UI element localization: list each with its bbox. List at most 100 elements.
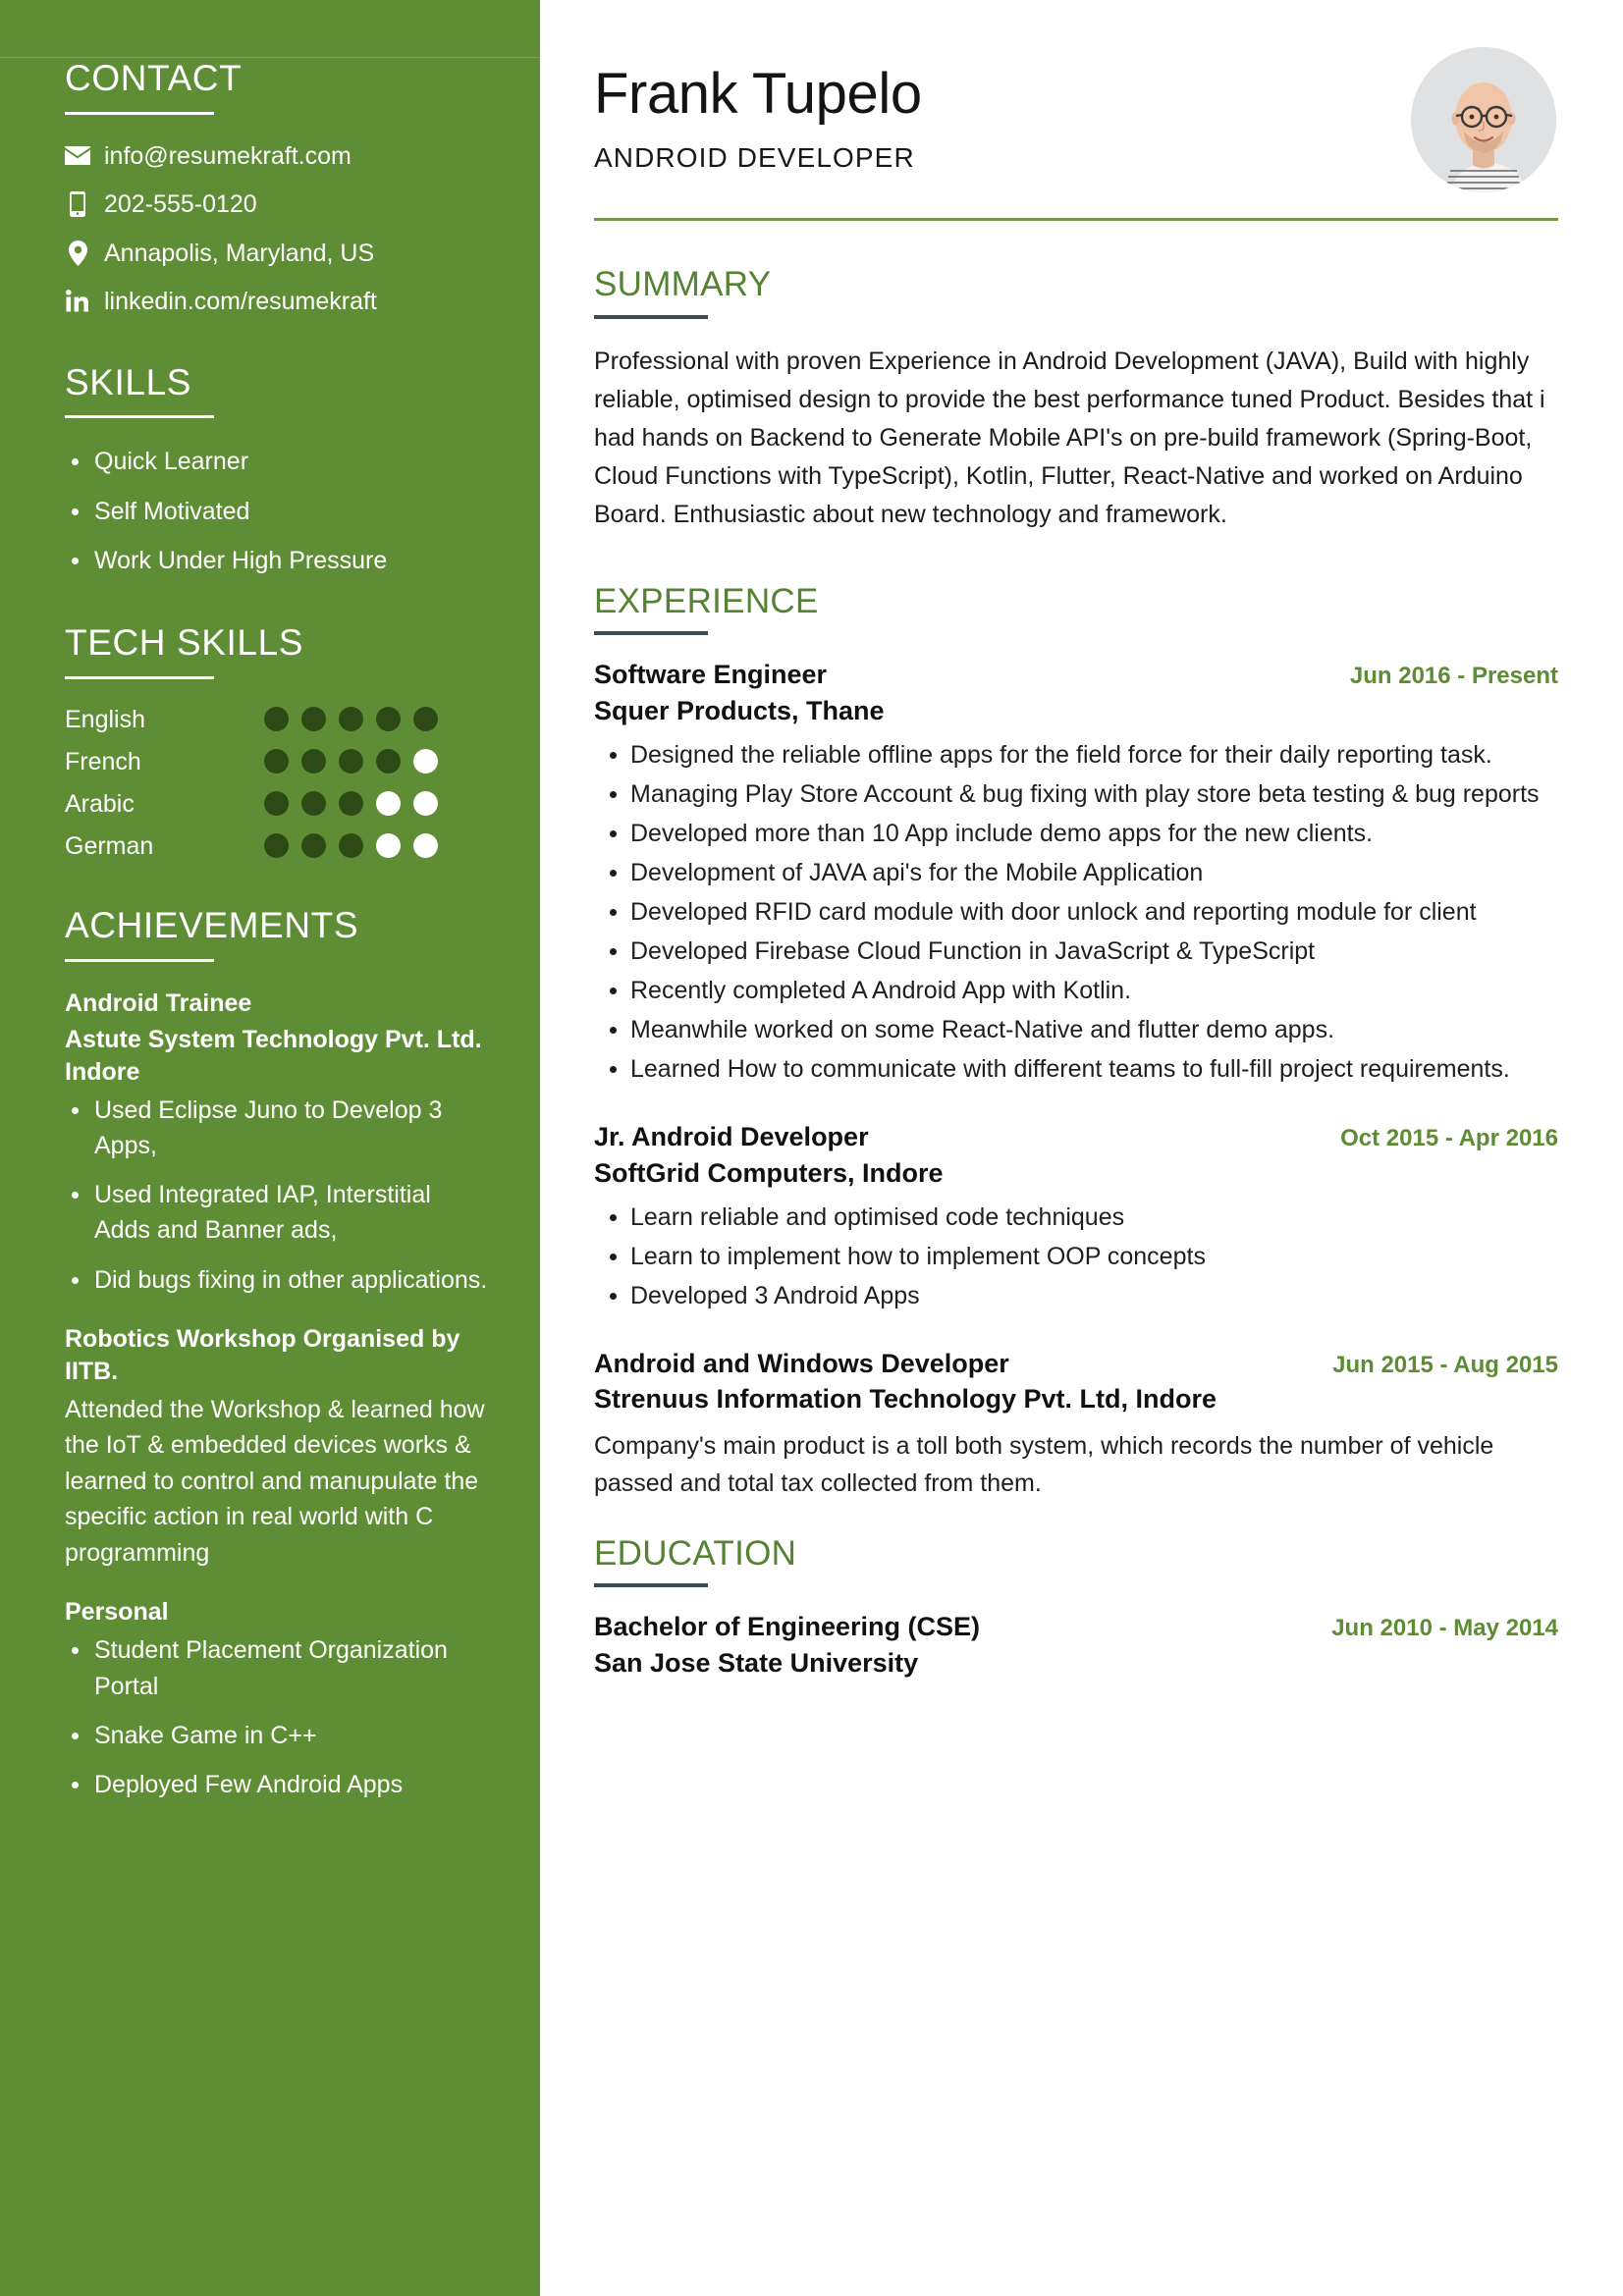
tech-skill-label: German xyxy=(65,831,154,860)
experience-item: Android and Windows Developer Jun 2015 -… xyxy=(594,1348,1558,1502)
summary-section: SUMMARY Professional with proven Experie… xyxy=(594,265,1558,534)
tech-skill-rating xyxy=(264,749,438,774)
experience-item: Software Engineer Jun 2016 - Present Squ… xyxy=(594,659,1558,1088)
list-item: Meanwhile worked on some React-Native an… xyxy=(594,1012,1558,1048)
job-title: Software Engineer xyxy=(594,660,828,689)
experience-section: EXPERIENCE Software Engineer Jun 2016 - … xyxy=(594,582,1558,1502)
tech-skill-label: Arabic xyxy=(65,789,135,818)
list-item: Quick Learner xyxy=(65,444,492,479)
achievement-title: Robotics Workshop Organised by IITB. xyxy=(65,1324,460,1385)
skills-section: SKILLS Quick Learner Self Motivated Work… xyxy=(65,361,492,578)
contact-location-text: Annapolis, Maryland, US xyxy=(104,239,375,267)
contact-linkedin-text: linkedin.com/resumekraft xyxy=(104,288,377,316)
contact-email-text: info@resumekraft.com xyxy=(104,141,352,170)
rating-dot xyxy=(264,791,289,817)
header-divider xyxy=(594,218,1558,221)
achievements-section: ACHIEVEMENTS Android Trainee Astute Syst… xyxy=(65,904,492,1802)
contact-item-linkedin[interactable]: linkedin.com/resumekraft xyxy=(65,286,492,318)
education-heading-rule xyxy=(594,1583,708,1588)
job-title: Jr. Android Developer xyxy=(594,1121,869,1151)
education-date: Jun 2010 - May 2014 xyxy=(1331,1615,1558,1642)
mobile-phone-icon xyxy=(65,191,90,218)
job-bullets: Designed the reliable offline apps for t… xyxy=(594,737,1558,1088)
rating-dot xyxy=(301,833,326,859)
envelope-icon xyxy=(65,146,90,166)
rating-dot xyxy=(339,707,363,732)
rating-dot xyxy=(376,833,401,859)
list-item: Did bugs fixing in other applications. xyxy=(65,1262,492,1298)
contact-list: info@resumekraft.com 202-555-0120 Annapo… xyxy=(65,140,492,318)
skills-heading: SKILLS xyxy=(65,361,192,402)
skills-list: Quick Learner Self Motivated Work Under … xyxy=(65,444,492,578)
job-company: SoftGrid Computers, Indore xyxy=(594,1157,944,1188)
avatar xyxy=(1411,47,1556,192)
avatar-photo xyxy=(1411,47,1556,192)
rating-dot xyxy=(376,749,401,774)
job-description: Company's main product is a toll both sy… xyxy=(594,1431,1494,1497)
rating-dot xyxy=(376,707,401,732)
rating-dot xyxy=(301,707,326,732)
resume-page: CONTACT info@resumekraft.com 202-555-012… xyxy=(0,0,1623,2296)
list-item: Snake Game in C++ xyxy=(65,1718,492,1753)
tech-skill-label: French xyxy=(65,747,141,775)
education-item-header: Bachelor of Engineering (CSE) Jun 2010 -… xyxy=(594,1611,1558,1644)
rating-dot xyxy=(376,791,401,817)
list-item: Recently completed A Android App with Ko… xyxy=(594,973,1558,1009)
list-item: Development of JAVA api's for the Mobile… xyxy=(594,855,1558,891)
achievement-subtitle: Astute System Technology Pvt. Ltd. Indor… xyxy=(65,1025,482,1086)
job-date: Oct 2015 - Apr 2016 xyxy=(1340,1124,1558,1151)
experience-heading-rule xyxy=(594,631,708,635)
achievement-body: Attended the Workshop & learned how the … xyxy=(65,1395,485,1567)
contact-item-location[interactable]: Annapolis, Maryland, US xyxy=(65,238,492,270)
location-pin-icon xyxy=(65,240,90,266)
list-item: Self Motivated xyxy=(65,494,492,529)
list-item: Managing Play Store Account & bug fixing… xyxy=(594,776,1558,813)
rating-dot xyxy=(264,749,289,774)
achievements-heading: ACHIEVEMENTS xyxy=(65,904,359,945)
achievement-block: Robotics Workshop Organised by IITB. Att… xyxy=(65,1323,492,1572)
job-company: Strenuus Information Technology Pvt. Ltd… xyxy=(594,1384,1217,1415)
experience-item: Jr. Android Developer Oct 2015 - Apr 201… xyxy=(594,1121,1558,1314)
contact-item-phone[interactable]: 202-555-0120 xyxy=(65,188,492,221)
rating-dot xyxy=(339,833,363,859)
rating-dot xyxy=(413,707,438,732)
experience-item-header: Android and Windows Developer Jun 2015 -… xyxy=(594,1348,1558,1381)
tech-skill-rating xyxy=(264,791,438,817)
achievement-title: Personal xyxy=(65,1598,169,1627)
rating-dot xyxy=(413,791,438,817)
contact-item-email[interactable]: info@resumekraft.com xyxy=(65,140,492,173)
list-item: Learned How to communicate with differen… xyxy=(594,1051,1558,1088)
list-item: Used Integrated IAP, Interstitial Adds a… xyxy=(65,1177,492,1249)
tech-skill-rating xyxy=(264,707,438,732)
job-bullets: Learn reliable and optimised code techni… xyxy=(594,1200,1558,1314)
job-title: Android and Windows Developer xyxy=(594,1348,1009,1378)
achievement-bullets: Student Placement Organization Portal Sn… xyxy=(65,1632,492,1802)
contact-section: CONTACT info@resumekraft.com 202-555-012… xyxy=(65,58,492,318)
job-date: Jun 2015 - Aug 2015 xyxy=(1332,1351,1558,1378)
list-item: Learn reliable and optimised code techni… xyxy=(594,1200,1558,1236)
education-heading: EDUCATION xyxy=(594,1533,797,1573)
list-item: Developed more than 10 App include demo … xyxy=(594,816,1558,852)
tech-skill-row: Arabic xyxy=(65,789,492,819)
achievement-title: Android Trainee xyxy=(65,988,252,1017)
experience-item-header: Software Engineer Jun 2016 - Present xyxy=(594,659,1558,692)
list-item: Work Under High Pressure xyxy=(65,543,492,578)
summary-heading-rule xyxy=(594,314,708,319)
tech-skills-heading-rule xyxy=(65,675,214,679)
list-item: Developed 3 Android Apps xyxy=(594,1278,1558,1314)
rating-dot xyxy=(413,749,438,774)
achievement-block: Android Trainee Astute System Technology… xyxy=(65,988,492,1298)
rating-dot xyxy=(301,791,326,817)
job-role-subtitle: ANDROID DEVELOPER xyxy=(594,141,915,173)
list-item: Learn to implement how to implement OOP … xyxy=(594,1239,1558,1275)
tech-skills-section: TECH SKILLS English French Arabic German xyxy=(65,622,492,861)
achievement-bullets: Used Eclipse Juno to Develop 3 Apps, Use… xyxy=(65,1093,492,1298)
experience-item-header: Jr. Android Developer Oct 2015 - Apr 201… xyxy=(594,1121,1558,1154)
contact-heading: CONTACT xyxy=(65,58,243,98)
rating-dot xyxy=(264,833,289,859)
list-item: Used Eclipse Juno to Develop 3 Apps, xyxy=(65,1093,492,1164)
rating-dot xyxy=(264,707,289,732)
summary-heading: SUMMARY xyxy=(594,265,772,303)
tech-skill-row: French xyxy=(65,747,492,776)
summary-text: Professional with proven Experience in A… xyxy=(594,347,1545,528)
